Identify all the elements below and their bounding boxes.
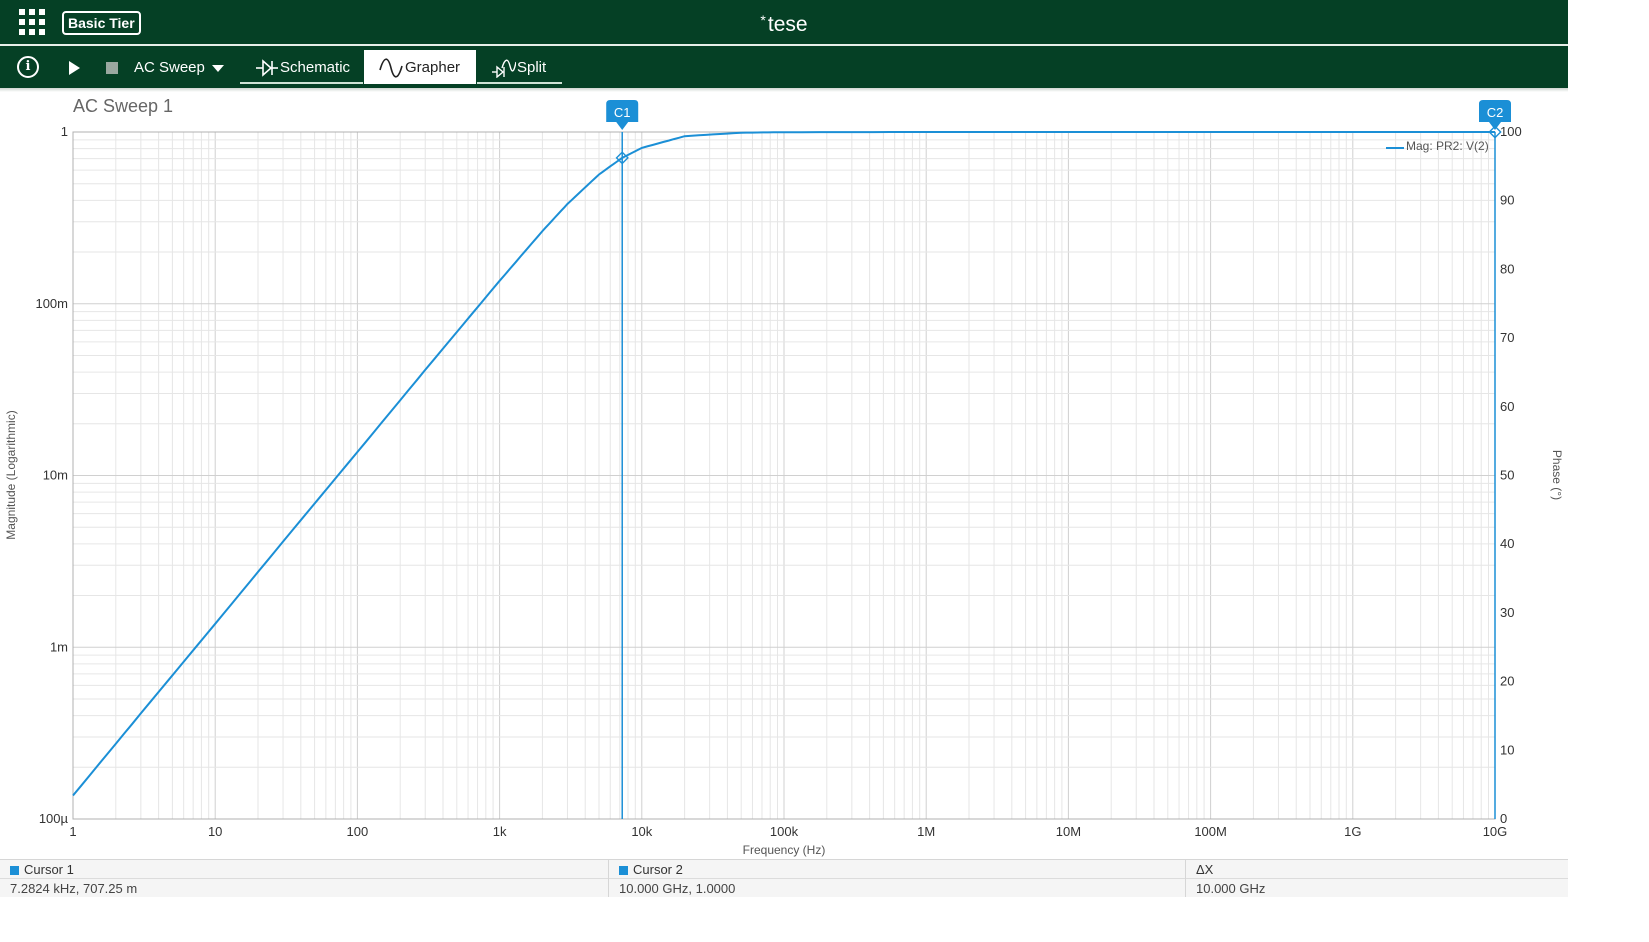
y-axis-ticks: 1 100m 10m 1m 100µ [35, 124, 68, 826]
legend: Mag: PR2: V(2) [1386, 139, 1489, 153]
y2-tick-label: 30 [1500, 605, 1514, 620]
y2-tick-label: 40 [1500, 536, 1514, 551]
cursor2-swatch [619, 866, 628, 875]
split-icon [492, 59, 516, 78]
tab-grapher-label: Grapher [405, 59, 461, 76]
unsaved-marker: * [760, 12, 766, 28]
x-tick-label: 10 [208, 824, 222, 839]
y-tick-label: 10m [43, 468, 68, 483]
x-tick-label: 100 [347, 824, 369, 839]
schematic-icon [256, 59, 278, 77]
y2-axis-ticks: 0 10 20 30 40 50 60 70 80 90 100 [1500, 124, 1522, 826]
cursor1-value: 7.2824 kHz, 707.25 m [10, 881, 138, 896]
run-play-icon[interactable] [69, 61, 80, 75]
cursor2-label: Cursor 2 [633, 862, 683, 877]
tab-split-label: Split [517, 59, 547, 76]
y-tick-label: 100µ [39, 811, 69, 826]
sine-wave-icon [379, 58, 403, 78]
x-tick-label: 10k [631, 824, 652, 839]
plot-grid [72, 132, 1495, 820]
cursor2-value: 10.000 GHz, 1.0000 [619, 881, 736, 896]
cursor-tag-label-c2: C2 [1487, 105, 1504, 120]
y-tick-label: 100m [35, 296, 68, 311]
chevron-down-icon [212, 65, 224, 72]
document-name: tese [767, 13, 808, 36]
cursor-readout-panel: Cursor 1 7.2824 kHz, 707.25 m Cursor 2 1… [0, 859, 1568, 897]
analysis-dropdown-label: AC Sweep [134, 59, 205, 76]
y2-tick-label: 60 [1500, 399, 1514, 414]
cursor1-column[interactable]: Cursor 1 7.2824 kHz, 707.25 m [0, 860, 609, 897]
cursor2-column[interactable]: Cursor 2 10.000 GHz, 1.0000 [609, 860, 1186, 897]
toolbar: i AC Sweep Schematic Grapher Split [0, 46, 1568, 88]
y2-tick-label: 10 [1500, 742, 1514, 757]
y2-axis-label: Phase (°) [1550, 450, 1564, 500]
x-tick-label: 1k [493, 824, 507, 839]
x-axis-label: Frequency (Hz) [743, 843, 826, 857]
cursor-layer: C1 C2 [606, 100, 1511, 819]
info-icon[interactable]: i [17, 56, 39, 78]
y2-tick-label: 80 [1500, 261, 1514, 276]
delta-value: 10.000 GHz [1196, 881, 1266, 896]
title-bar: Basic Tier *tese [0, 0, 1568, 44]
x-axis-ticks: 1 10 100 1k 10k 100k 1M 10M 100M 1G 10G [69, 824, 1507, 839]
legend-entry: Mag: PR2: V(2) [1406, 139, 1489, 153]
delta-label: ΔX [1196, 862, 1214, 877]
cursor1-header: Cursor 1 [0, 860, 608, 879]
tab-grapher[interactable]: Grapher [364, 50, 476, 84]
x-tick-label: 1 [69, 824, 76, 839]
stop-icon[interactable] [106, 62, 118, 74]
x-tick-label: 1M [917, 824, 935, 839]
y-axis-label: Magnitude (Logarithmic) [4, 410, 18, 539]
document-title: *tese [0, 6, 1568, 39]
y2-tick-label: 90 [1500, 193, 1514, 208]
x-tick-label: 10M [1056, 824, 1081, 839]
x-tick-label: 10G [1483, 824, 1508, 839]
cursor1-swatch [10, 866, 19, 875]
tab-split[interactable]: Split [477, 50, 562, 84]
magnitude-plot[interactable]: 1 10 100 1k 10k 100k 1M 10M 100M 1G 10G 1100m10m1m… [0, 92, 1568, 859]
y-tick-label: 1m [50, 639, 68, 654]
cursor-tag-label-c1: C1 [614, 105, 631, 120]
cursor2-header: Cursor 2 [609, 860, 1185, 879]
y2-tick-label: 20 [1500, 674, 1514, 689]
delta-header: ΔX [1186, 860, 1568, 879]
delta-column[interactable]: ΔX 10.000 GHz [1186, 860, 1568, 897]
y2-tick-label: 100 [1500, 124, 1522, 139]
analysis-dropdown[interactable]: AC Sweep [130, 54, 230, 82]
y2-tick-label: 50 [1500, 468, 1514, 483]
x-tick-label: 1G [1344, 824, 1361, 839]
y2-tick-label: 0 [1500, 811, 1507, 826]
x-tick-label: 100M [1194, 824, 1227, 839]
y-tick-label: 1 [61, 124, 68, 139]
cursor1-label: Cursor 1 [24, 862, 74, 877]
tab-schematic-label: Schematic [280, 59, 351, 76]
tab-schematic[interactable]: Schematic [240, 50, 363, 84]
y2-tick-label: 70 [1500, 330, 1514, 345]
x-tick-label: 100k [770, 824, 799, 839]
